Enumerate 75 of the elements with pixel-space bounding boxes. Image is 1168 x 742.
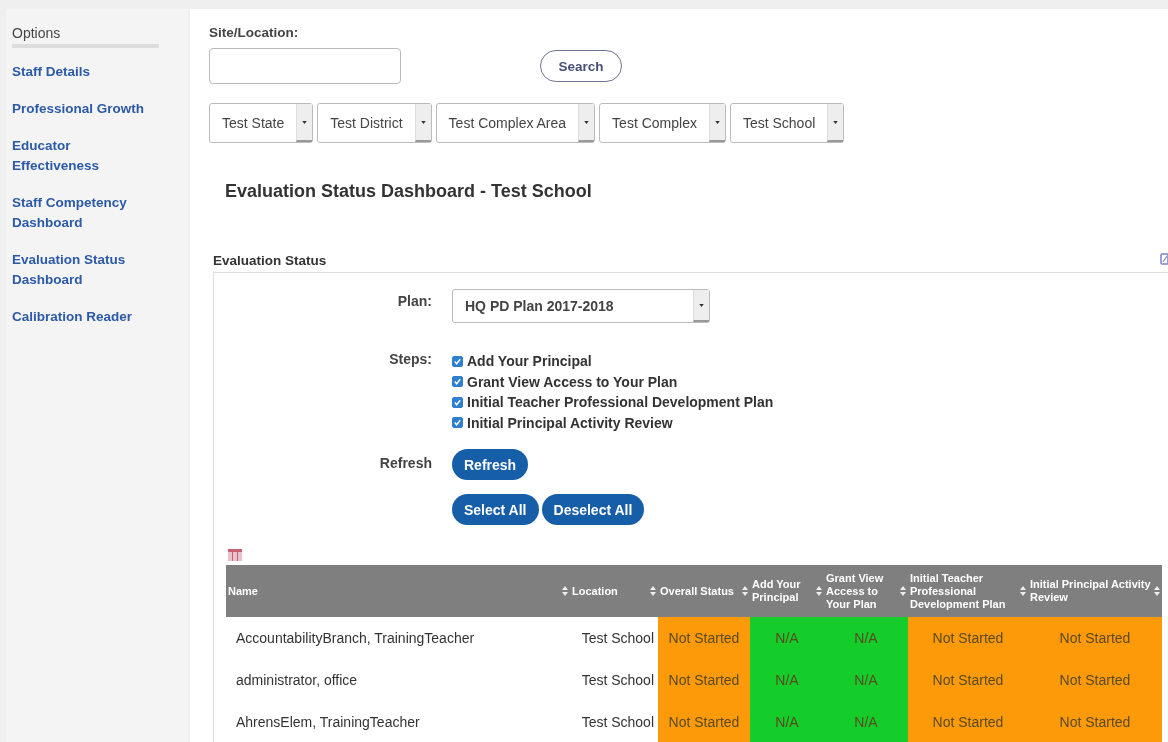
caret-icon [833, 120, 839, 124]
checkbox[interactable] [452, 396, 463, 408]
table-cell: Test School [570, 701, 658, 742]
caret-icon [302, 120, 308, 124]
table-cell: Test School [570, 617, 658, 659]
status-cell: Not Started [658, 617, 750, 659]
sort-icon [1154, 586, 1160, 596]
deselect-all-button[interactable]: Deselect All [541, 494, 645, 525]
checkbox-label: Initial Teacher Professional Development Plan [467, 394, 774, 411]
table-cell: Test School [570, 659, 658, 701]
status-cell: N/A [750, 659, 824, 701]
status-cell: Not Started [1028, 617, 1162, 659]
status-cell: N/A [750, 701, 824, 742]
filter-dropdown[interactable]: Test State [209, 103, 314, 143]
field-label: Steps: [388, 351, 433, 367]
site-field[interactable] [209, 48, 401, 84]
page-title: Evaluation Status Dashboard - Test School [225, 181, 592, 202]
column-header[interactable]: Overall Status [658, 565, 750, 617]
filter-dropdown[interactable]: Test Complex [599, 103, 726, 143]
table-cell: AccountabilityBranch, TrainingTeacher [226, 617, 570, 659]
caret-icon [420, 120, 426, 124]
plan-dropdown[interactable]: HQ PD Plan 2017-2018 [452, 289, 710, 323]
status-cell: N/A [824, 617, 908, 659]
field-label: Site/Location: [209, 25, 299, 40]
caret-icon [584, 120, 590, 124]
status-cell: Not Started [1028, 701, 1162, 742]
column-header[interactable]: Initial Teacher Professional Development Plan [908, 565, 1028, 617]
column-header[interactable]: Name [226, 565, 570, 617]
filter-dropdown[interactable]: Test District [317, 103, 432, 143]
sidebar-link[interactable]: Professional Growth [12, 99, 152, 119]
sidebar-link[interactable]: Educator Effectiveness [12, 136, 152, 176]
search-button[interactable]: Search [540, 50, 622, 82]
sidebar-link[interactable]: Evaluation Status Dashboard [12, 250, 152, 290]
sort-icon [562, 586, 568, 596]
status-cell: N/A [824, 659, 908, 701]
checkbox[interactable] [452, 376, 463, 388]
column-header[interactable]: Location [570, 565, 658, 617]
table-icon[interactable] [228, 549, 242, 561]
sidebar-link[interactable]: Calibration Reader [12, 307, 152, 327]
sort-icon [1020, 586, 1026, 596]
checkbox-label: Grant View Access to Your Plan [467, 373, 678, 390]
status-cell: Not Started [658, 659, 750, 701]
sort-icon [650, 586, 656, 596]
edit-icon[interactable] [1160, 252, 1168, 265]
status-cell: Not Started [1028, 659, 1162, 701]
column-header[interactable]: Initial Principal Activity Review [1028, 565, 1162, 617]
sort-icon [816, 586, 822, 596]
column-header[interactable]: Add Your Principal [750, 565, 824, 617]
checkbox-label: Initial Principal Activity Review [467, 414, 673, 431]
status-cell: N/A [750, 617, 824, 659]
filter-dropdown[interactable]: Test Complex Area [435, 103, 596, 143]
sidebar-link[interactable]: Staff Details [12, 62, 152, 82]
checkbox-label: Add Your Principal [467, 353, 592, 370]
caret-icon [699, 303, 704, 307]
table-cell-text: administrator, office [235, 671, 359, 690]
status-cell: Not Started [658, 701, 750, 742]
checkbox[interactable] [452, 417, 463, 429]
status-cell: Not Started [908, 701, 1028, 742]
filter-dropdown[interactable]: Test School [729, 103, 845, 143]
checkbox[interactable] [452, 355, 463, 367]
caret-icon [714, 120, 720, 124]
sidebar-heading: Options [12, 25, 61, 41]
select-all-button[interactable]: Select All [452, 494, 539, 525]
sidebar-link[interactable]: Staff Competency Dashboard [12, 193, 152, 233]
sort-icon [742, 586, 748, 596]
status-cell: Not Started [908, 659, 1028, 701]
table-cell-text: AhrensElem, TrainingTeacher [235, 713, 421, 732]
field-label: Refresh [378, 455, 433, 471]
field-label: Plan: [396, 293, 433, 309]
sort-icon [900, 586, 906, 596]
section-title: Evaluation Status [213, 253, 327, 268]
status-cell: N/A [824, 701, 908, 742]
refresh-button[interactable]: Refresh [452, 449, 529, 480]
status-cell: Not Started [908, 617, 1028, 659]
column-header[interactable]: Grant View Access to Your Plan [824, 565, 908, 617]
